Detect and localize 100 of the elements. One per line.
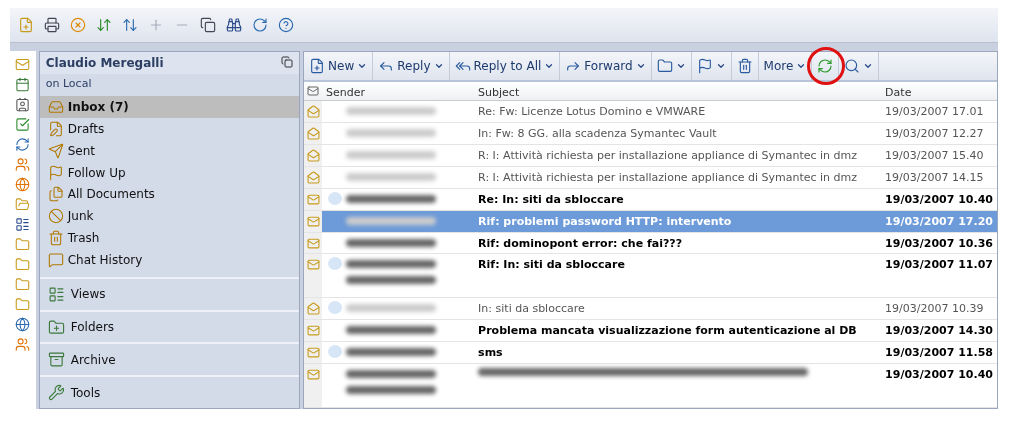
sync-icon[interactable] xyxy=(15,137,31,152)
date-cell-text: 19/03/2007 10.40 xyxy=(884,367,994,382)
subject-cell-text: Rif: problemi password HTTP: intervento xyxy=(477,213,733,228)
subject-cell-text: In: siti da sbloccare xyxy=(477,301,586,316)
folder-item[interactable]: Junk xyxy=(39,205,300,228)
printer-icon[interactable] xyxy=(44,17,60,33)
move-down-icon[interactable] xyxy=(96,17,112,33)
folder-icon[interactable] xyxy=(15,277,31,292)
move-up-icon[interactable] xyxy=(122,17,138,33)
section-header[interactable]: Views xyxy=(39,276,300,310)
inbox-icon xyxy=(47,98,64,115)
message-row[interactable]: R: I: Attività richiesta per installazione appliance di Symantec in dmz 19/03/2007 14.15 xyxy=(304,166,997,189)
people-icon[interactable] xyxy=(15,157,31,172)
folder-item[interactable]: Trash xyxy=(39,227,300,249)
help-icon[interactable] xyxy=(278,17,294,33)
documents-icon xyxy=(47,186,64,203)
subject-cell-text: R: I: Attività richiesta per installazione appliance di Symantec in dmz xyxy=(477,169,859,184)
folder-icon[interactable] xyxy=(15,257,31,272)
list-icon[interactable] xyxy=(15,217,31,232)
folder-item[interactable]: Inbox (7) xyxy=(39,96,300,118)
speech-bubble-icon xyxy=(47,251,64,268)
date-cell-text: 19/03/2007 11.07 xyxy=(884,257,994,272)
paper-plane-icon xyxy=(47,142,64,159)
date-cell-text: 19/03/2007 14.30 xyxy=(884,323,994,338)
open-envelope-icon xyxy=(306,126,320,140)
trash-icon xyxy=(47,230,64,247)
toolbar-button[interactable]: New xyxy=(304,52,374,80)
folder-item[interactable]: Sent xyxy=(39,139,300,162)
toolbar-button[interactable]: More xyxy=(758,52,813,80)
message-row[interactable]: Rif: dominopont error: che fai??? 19/03/2007 10.36 xyxy=(304,232,997,255)
folder-icon[interactable] xyxy=(15,197,31,212)
envelope-icon xyxy=(306,214,320,228)
section-header[interactable]: Tools xyxy=(39,375,300,408)
trash-icon xyxy=(736,57,753,74)
message-row[interactable]: In: siti da sbloccare 19/03/2007 10.39 xyxy=(304,298,997,321)
calendar-icon[interactable] xyxy=(15,77,31,92)
section-header[interactable]: Archive xyxy=(39,342,300,376)
subject-cell-text: Re: In: siti da sbloccare xyxy=(477,191,625,206)
subject-cell-text: Rif: dominopont error: che fai??? xyxy=(477,235,684,250)
mail-icon[interactable] xyxy=(15,57,31,72)
copy-icon[interactable] xyxy=(200,17,216,33)
folder-item[interactable]: Chat History xyxy=(39,249,300,271)
open-envelope-icon xyxy=(306,148,320,162)
folder-icon[interactable] xyxy=(15,297,31,312)
envelope-icon xyxy=(306,324,320,338)
binoculars-icon[interactable] xyxy=(226,17,242,33)
checklist-icon[interactable] xyxy=(15,117,31,132)
message-row[interactable]: Rif: In: siti da sbloccare 19/03/2007 11.07 xyxy=(304,254,997,299)
subject-cell-text: Problema mancata visualizzazione form autenticazione al DB xyxy=(477,323,858,338)
date-cell-text: 19/03/2007 11.58 xyxy=(884,345,994,360)
folder-plus-icon xyxy=(47,318,65,336)
subject-cell-text: R: I: Attività richiesta per installazione appliance di Symantec in dmz xyxy=(477,147,859,162)
pencil-page-icon xyxy=(47,120,64,137)
globe-icon[interactable] xyxy=(15,177,31,192)
folder-icon xyxy=(656,57,673,74)
date-cell-text: 19/03/2007 17.01 xyxy=(884,103,985,118)
flag-icon xyxy=(47,164,64,181)
date-cell-text: 19/03/2007 10.36 xyxy=(884,235,994,250)
people-icon[interactable] xyxy=(15,337,31,352)
subject-cell-text: Re: Fw: Licenze Lotus Domino e VMWARE xyxy=(477,103,707,118)
folder-icon[interactable] xyxy=(15,237,31,252)
open-envelope-icon xyxy=(306,302,320,316)
date-cell-text: 19/03/2007 17.20 xyxy=(884,213,994,228)
message-row[interactable]: R: I: Attività richiesta per installazione appliance di Symantec in dmz 19/03/2007 15.40 xyxy=(304,144,997,167)
open-envelope-icon xyxy=(306,104,320,118)
refresh-icon[interactable] xyxy=(252,17,268,33)
envelope-icon xyxy=(306,192,320,206)
folder-item[interactable]: All Documents xyxy=(39,183,300,206)
message-row[interactable]: In: Fw: 8 GG. alla scadenza Symantec Vault 19/03/2007 12.27 xyxy=(304,122,997,145)
date-cell-text: 19/03/2007 12.27 xyxy=(884,125,985,140)
new-page-icon xyxy=(309,57,326,74)
column-header[interactable]: Date xyxy=(881,82,997,100)
message-row[interactable]: Re: Fw: Licenze Lotus Domino e VMWARE 19/03/2007 17.01 xyxy=(304,100,997,123)
pages-icon[interactable] xyxy=(281,56,294,68)
archive-icon xyxy=(47,351,65,369)
column-header[interactable]: Sender xyxy=(322,82,475,100)
folder-item[interactable]: Follow Up xyxy=(39,161,300,184)
no-entry-icon xyxy=(47,208,64,225)
envelope-icon xyxy=(306,258,320,272)
message-row[interactable]: Re: In: siti da sbloccare 19/03/2007 10.40 xyxy=(304,188,997,211)
envelope-icon xyxy=(307,84,320,97)
globe-icon[interactable] xyxy=(15,317,31,332)
date-cell-text: 19/03/2007 14.15 xyxy=(884,169,985,184)
folder-item[interactable]: Drafts xyxy=(39,117,300,140)
section-header[interactable]: Folders xyxy=(39,309,300,343)
message-row[interactable]: 19/03/2007 10.40 xyxy=(304,364,997,408)
toolbar-button[interactable]: Reply xyxy=(373,52,450,80)
date-cell-text: 19/03/2007 10.40 xyxy=(884,191,994,206)
toolbar-button[interactable]: Forward xyxy=(560,52,652,80)
subject-cell-text: In: Fw: 8 GG. alla scadenza Symantec Vault xyxy=(477,125,718,140)
envelope-icon xyxy=(306,236,320,250)
flag-icon xyxy=(696,57,713,74)
message-row[interactable]: Problema mancata visualizzazione form autenticazione al DB 19/03/2007 14.30 xyxy=(304,320,997,343)
message-row[interactable]: sms 19/03/2007 11.58 xyxy=(304,342,997,365)
cancel-icon[interactable] xyxy=(70,17,86,33)
column-header[interactable]: Subject xyxy=(474,82,882,100)
account-name: Claudio Meregalli xyxy=(45,56,164,70)
contacts-icon[interactable] xyxy=(15,97,31,112)
open-envelope-icon xyxy=(306,170,320,184)
toolbar-button[interactable]: Reply to All xyxy=(449,52,561,80)
